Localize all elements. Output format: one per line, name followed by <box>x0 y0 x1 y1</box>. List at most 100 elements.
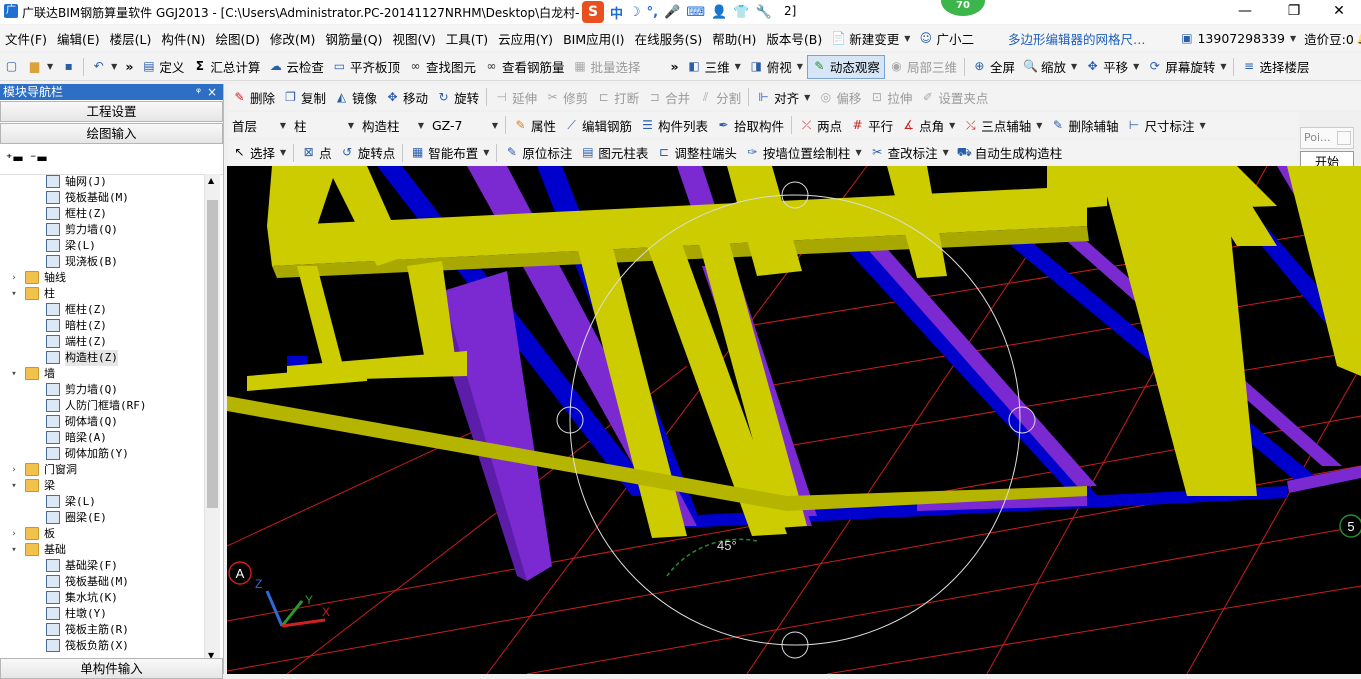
define-button[interactable]: ▤ 定义 <box>137 55 188 79</box>
two-points-button[interactable]: ⤫ 两点 <box>795 113 846 137</box>
expand-all-icon[interactable]: ⁺▬ <box>6 151 24 165</box>
zoom-button[interactable]: 🔍 缩放 ▼ <box>1019 55 1081 79</box>
scroll-up-icon[interactable]: ▲ <box>208 176 214 185</box>
overflow-button-2[interactable]: » <box>667 55 683 79</box>
tree-item[interactable]: 柱墩(Y) <box>0 606 204 622</box>
edit-rebar-button[interactable]: ⟋ 编辑钢筋 <box>560 113 636 137</box>
set-grip-button[interactable]: ✐ 设置夹点 <box>916 85 992 109</box>
maximize-button[interactable]: ❐ <box>1271 0 1317 24</box>
collapse-chevron-icon[interactable]: ▾ <box>8 286 20 302</box>
extend-button[interactable]: ⊣ 延伸 <box>490 85 541 109</box>
menu-help[interactable]: 帮助(H) <box>707 29 761 48</box>
ime-mode-toggle[interactable]: 中 <box>610 3 623 22</box>
delete-button[interactable]: ✎ 删除 <box>228 85 279 109</box>
tree-item[interactable]: 人防门框墙(RF) <box>0 398 204 414</box>
delete-axis-button[interactable]: ✎ 删除辅轴 <box>1046 113 1122 137</box>
microphone-icon[interactable]: 🎤 <box>664 5 680 20</box>
tree-item[interactable]: 砌体墙(Q) <box>0 414 204 430</box>
split-button[interactable]: ⫽ 分割 <box>694 85 745 109</box>
menu-floor[interactable]: 楼层(L) <box>105 29 157 48</box>
top-view-button[interactable]: ◨ 俯视 ▼ <box>745 55 807 79</box>
shirt-icon[interactable]: 👕 <box>733 5 749 20</box>
offset-button[interactable]: ◎ 偏移 <box>814 85 865 109</box>
tree-item[interactable]: 端柱(Z) <box>0 334 204 350</box>
menu-modify[interactable]: 修改(M) <box>265 29 321 48</box>
save-button[interactable]: ▪ <box>57 55 80 79</box>
dimension-button[interactable]: ⊢ 尺寸标注 ▼ <box>1122 113 1209 137</box>
auto-generate-button[interactable]: ⛟ 自动生成构造柱 <box>953 141 1067 165</box>
tree-item[interactable]: 圈梁(E) <box>0 510 204 526</box>
panel-close-icon[interactable]: × <box>207 84 217 100</box>
tree-item[interactable]: 框柱(Z) <box>0 302 204 318</box>
menu-tools[interactable]: 工具(T) <box>441 29 493 48</box>
moon-icon[interactable]: ☽ <box>629 5 641 20</box>
align-button[interactable]: ⊩ 对齐 ▼ <box>752 85 814 109</box>
tree-item[interactable]: 筏板主筋(R) <box>0 622 204 638</box>
find-element-button[interactable]: ∞ 查找图元 <box>404 55 480 79</box>
menu-view[interactable]: 视图(V) <box>387 29 440 48</box>
properties-button[interactable]: ✎ 属性 <box>509 113 560 137</box>
bean-balance[interactable]: 造价豆:0🔔 <box>1300 26 1361 50</box>
tree-item[interactable]: 暗柱(Z) <box>0 318 204 334</box>
select-button[interactable]: ↖ 选择 ▼ <box>228 141 290 165</box>
collapse-chevron-icon[interactable]: ▾ <box>8 542 20 558</box>
cloud-check-button[interactable]: ☁ 云检查 <box>264 55 328 79</box>
menu-cloud[interactable]: 云应用(Y) <box>493 29 558 48</box>
stretch-button[interactable]: ⊡ 拉伸 <box>865 85 916 109</box>
tree-folder[interactable]: ▾ 基础 <box>0 542 204 558</box>
draw-by-wall-button[interactable]: ✑ 按墙位置绘制柱 ▼ <box>741 141 866 165</box>
tree-scrollbar[interactable]: ▲ ▼ <box>204 174 220 662</box>
new-change-button[interactable]: 📄 新建变更 ▼ <box>827 26 914 50</box>
tree-folder[interactable]: › 门窗洞 <box>0 462 204 478</box>
dynamic-view-button[interactable]: ✎ 动态观察 <box>806 54 885 79</box>
tree-item[interactable]: 基础梁(F) <box>0 558 204 574</box>
menu-version[interactable]: 版本号(B) <box>761 29 827 48</box>
tree-item[interactable]: 剪力墙(Q) <box>0 382 204 398</box>
notice-link[interactable]: 多边形编辑器的网格尺… <box>1004 26 1150 50</box>
change-mark-button[interactable]: ✂ 查改标注 ▼ <box>866 141 953 165</box>
move-button[interactable]: ✥ 移动 <box>381 85 432 109</box>
tree-item[interactable]: 筏板基础(M) <box>0 190 204 206</box>
tree-item[interactable]: 现浇板(B) <box>0 254 204 270</box>
close-button[interactable]: ✕ <box>1316 0 1361 24</box>
menu-online-service[interactable]: 在线服务(S) <box>630 29 708 48</box>
scene-canvas[interactable]: 45° A 5 Z Y X <box>227 166 1361 674</box>
tree-item[interactable]: 暗梁(A) <box>0 430 204 446</box>
collapse-chevron-icon[interactable]: ▾ <box>8 478 20 494</box>
pan-button[interactable]: ✥ 平移 ▼ <box>1081 55 1143 79</box>
fullscreen-button[interactable]: ⊕ 全屏 <box>968 55 1019 79</box>
tree-item[interactable]: 剪力墙(Q) <box>0 222 204 238</box>
menu-element[interactable]: 构件(N) <box>156 29 210 48</box>
minimize-button[interactable]: — <box>1222 0 1268 24</box>
pick-element-button[interactable]: ✒ 拾取构件 <box>712 113 788 137</box>
poi-close-icon[interactable] <box>1337 131 1351 145</box>
drawing-input-button[interactable]: 绘图输入 <box>0 123 223 144</box>
parallel-button[interactable]: # 平行 <box>846 113 897 137</box>
project-settings-button[interactable]: 工程设置 <box>0 101 223 122</box>
menu-file[interactable]: 文件(F) <box>0 29 52 48</box>
tree-item[interactable]: 构造柱(Z) <box>0 350 204 366</box>
keyboard-icon[interactable]: ⌨ <box>686 5 705 20</box>
sogou-ime-icon[interactable]: S <box>582 1 604 23</box>
level-slab-button[interactable]: ▭ 平齐板顶 <box>328 55 404 79</box>
rotate-point-button[interactable]: ↺ 旋转点 <box>336 141 400 165</box>
trim-button[interactable]: ✂ 修剪 <box>541 85 592 109</box>
tree-folder[interactable]: ▾ 墙 <box>0 366 204 382</box>
undo-button[interactable]: ↶ ▼ <box>87 55 121 79</box>
expand-chevron-icon[interactable]: › <box>8 270 20 286</box>
tree-item[interactable]: 筏板负筋(X) <box>0 638 204 654</box>
tree-item[interactable]: 集水坑(K) <box>0 590 204 606</box>
local-3d-button[interactable]: ◉ 局部三维 <box>885 55 961 79</box>
collapse-chevron-icon[interactable]: ▾ <box>8 366 20 382</box>
element-select[interactable]: GZ-7 ▼ <box>428 115 502 135</box>
pin-icon[interactable]: ᵠ <box>196 84 201 100</box>
overflow-button[interactable]: » <box>121 55 137 79</box>
original-mark-button[interactable]: ✎ 原位标注 <box>500 141 576 165</box>
menu-bim[interactable]: BIM应用(I) <box>558 29 630 48</box>
rotate-button[interactable]: ↻ 旋转 <box>432 85 483 109</box>
menu-rebar-quantity[interactable]: 钢筋量(Q) <box>320 29 387 48</box>
tree-item[interactable]: 框柱(Z) <box>0 206 204 222</box>
three-point-axis-button[interactable]: ⤯ 三点辅轴 ▼ <box>959 113 1046 137</box>
punctuation-icon[interactable]: °, <box>647 5 658 20</box>
tree-item[interactable]: 梁(L) <box>0 238 204 254</box>
